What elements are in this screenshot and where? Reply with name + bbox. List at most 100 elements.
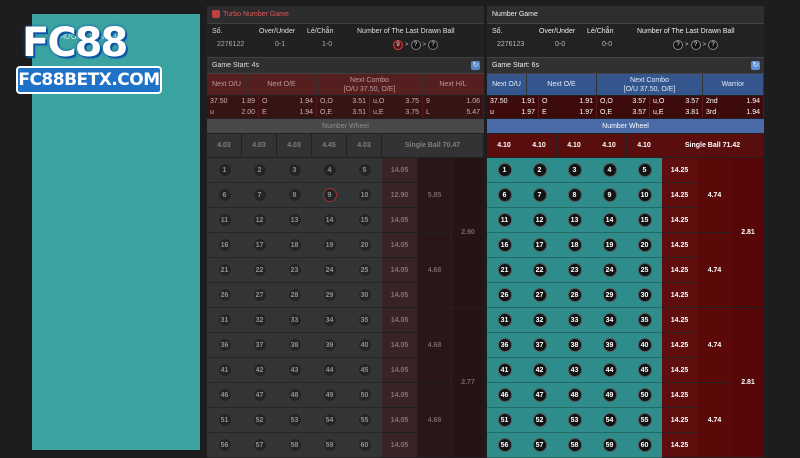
number-ball[interactable]: 3 [567, 163, 582, 177]
ball-cell[interactable]: 57 [522, 433, 557, 458]
bet-type-header[interactable]: Next Combo [O/U 37.50, O/E] [597, 74, 703, 95]
number-ball[interactable]: 37 [252, 338, 267, 352]
ball-cell[interactable]: 20 [627, 233, 662, 258]
number-ball[interactable]: 55 [357, 413, 372, 427]
ball-cell[interactable]: 31 [487, 308, 522, 333]
ball-cell[interactable]: 8 [277, 183, 312, 208]
ball-cell[interactable]: 50 [347, 383, 382, 408]
number-ball[interactable]: 34 [322, 313, 337, 327]
number-ball[interactable]: 17 [532, 238, 547, 252]
ball-cell[interactable]: 52 [522, 408, 557, 433]
number-ball[interactable]: 17 [252, 238, 267, 252]
ball-cell[interactable]: 23 [557, 258, 592, 283]
number-ball[interactable]: 49 [602, 388, 617, 402]
number-ball[interactable]: 18 [567, 238, 582, 252]
ball-cell[interactable]: 28 [277, 283, 312, 308]
number-ball[interactable]: 39 [602, 338, 617, 352]
ball-cell[interactable]: 56 [207, 433, 242, 458]
group-odds[interactable]: 4.74 [698, 158, 732, 233]
number-ball[interactable]: 10 [357, 188, 372, 202]
number-ball[interactable]: 46 [217, 388, 232, 402]
ball-cell[interactable]: 18 [557, 233, 592, 258]
number-ball[interactable]: 7 [532, 188, 547, 202]
bet-type-header[interactable]: Next Combo [O/U 37.50, O/E] [317, 74, 423, 95]
number-ball[interactable]: 33 [287, 313, 302, 327]
ball-cell[interactable]: 41 [207, 358, 242, 383]
column-odds[interactable]: 4.10 [557, 134, 592, 157]
number-ball[interactable]: 42 [532, 363, 547, 377]
number-ball[interactable]: 51 [217, 413, 232, 427]
number-ball[interactable]: 30 [637, 288, 652, 302]
ball-cell[interactable]: 40 [627, 333, 662, 358]
ball-cell[interactable]: 29 [592, 283, 627, 308]
number-ball[interactable]: 13 [287, 213, 302, 227]
ball-cell[interactable]: 33 [277, 308, 312, 333]
number-ball[interactable]: 8 [287, 188, 302, 202]
ball-cell[interactable]: 17 [522, 233, 557, 258]
ball-cell[interactable]: 40 [347, 333, 382, 358]
number-ball[interactable]: 2 [252, 163, 267, 177]
ball-cell[interactable]: 48 [557, 383, 592, 408]
ball-cell[interactable]: 8 [557, 183, 592, 208]
column-odds[interactable]: 4.03 [277, 134, 312, 157]
ball-cell[interactable]: 28 [557, 283, 592, 308]
ball-cell[interactable]: 9 [592, 183, 627, 208]
number-ball[interactable]: 39 [322, 338, 337, 352]
number-ball[interactable]: 19 [322, 238, 337, 252]
ball-cell[interactable]: 26 [207, 283, 242, 308]
number-ball[interactable]: 33 [567, 313, 582, 327]
brand-logo[interactable]: FC88 FC88BETX.COM [14, 20, 164, 100]
number-ball[interactable]: 31 [497, 313, 512, 327]
number-ball[interactable]: 15 [637, 213, 652, 227]
number-ball[interactable]: 16 [217, 238, 232, 252]
ball-cell[interactable]: 25 [347, 258, 382, 283]
number-ball[interactable]: 54 [602, 413, 617, 427]
bet-type-header[interactable]: Warrior [703, 74, 764, 95]
group-odds[interactable]: 4.68 [418, 233, 452, 308]
number-ball[interactable]: 30 [357, 288, 372, 302]
bet-type-header[interactable]: Next O/U [487, 74, 527, 95]
number-ball[interactable]: 24 [322, 263, 337, 277]
number-ball[interactable]: 20 [357, 238, 372, 252]
number-ball[interactable]: 12 [252, 213, 267, 227]
number-ball[interactable]: 4 [322, 163, 337, 177]
ball-cell[interactable]: 59 [312, 433, 347, 458]
ball-cell[interactable]: 5 [347, 158, 382, 183]
ball-cell[interactable]: 36 [487, 333, 522, 358]
ball-cell[interactable]: 58 [277, 433, 312, 458]
number-ball[interactable]: 52 [252, 413, 267, 427]
odds-cell[interactable]: O 1.94 E 1.94 [259, 96, 317, 118]
number-ball[interactable]: 43 [567, 363, 582, 377]
number-ball[interactable]: 25 [637, 263, 652, 277]
ball-cell[interactable]: 34 [312, 308, 347, 333]
ball-cell[interactable]: 27 [242, 283, 277, 308]
number-ball[interactable]: 32 [532, 313, 547, 327]
group-odds[interactable]: 5.85 [418, 158, 452, 233]
odds-cell[interactable]: u,O 3.75 u,E 3.75 [370, 96, 423, 118]
column-odds[interactable]: 4.10 [627, 134, 662, 157]
ball-cell[interactable]: 10 [347, 183, 382, 208]
number-ball[interactable]: 14 [602, 213, 617, 227]
number-ball[interactable]: 41 [217, 363, 232, 377]
number-ball[interactable]: 52 [532, 413, 547, 427]
number-ball[interactable]: 45 [637, 363, 652, 377]
ball-cell[interactable]: 19 [312, 233, 347, 258]
row-odds[interactable]: 14.05 [382, 158, 418, 183]
ball-cell[interactable]: 47 [242, 383, 277, 408]
ball-cell[interactable]: 7 [242, 183, 277, 208]
number-ball[interactable]: 3 [287, 163, 302, 177]
ball-cell[interactable]: 52 [242, 408, 277, 433]
ball-cell[interactable]: 60 [627, 433, 662, 458]
group-odds[interactable]: 4.68 [418, 308, 452, 383]
number-ball[interactable]: 29 [322, 288, 337, 302]
ball-cell[interactable]: 12 [522, 208, 557, 233]
number-ball[interactable]: 5 [637, 163, 652, 177]
number-ball[interactable]: 53 [287, 413, 302, 427]
ball-cell[interactable]: 3 [277, 158, 312, 183]
number-ball[interactable]: 23 [567, 263, 582, 277]
number-ball[interactable]: 48 [567, 388, 582, 402]
number-ball[interactable]: 7 [252, 188, 267, 202]
ball-cell[interactable]: 10 [627, 183, 662, 208]
ball-cell[interactable]: 54 [592, 408, 627, 433]
ball-cell[interactable]: 5 [627, 158, 662, 183]
